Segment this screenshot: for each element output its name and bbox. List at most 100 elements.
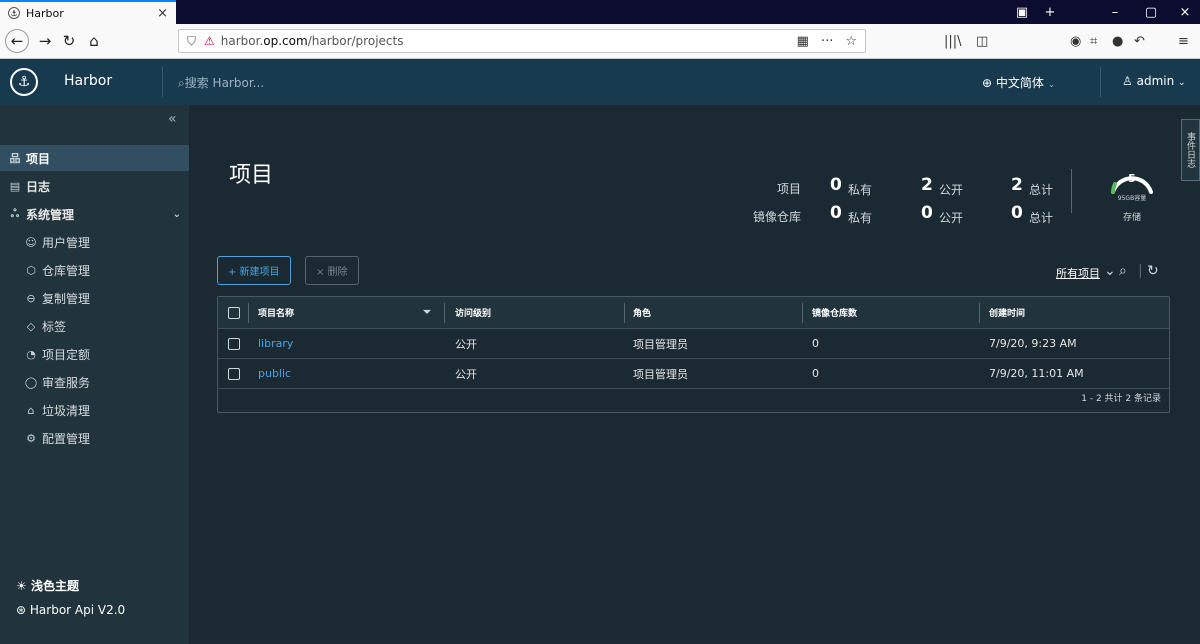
sidebar-item-gc[interactable]: ⌂ 垃圾清理 xyxy=(0,397,189,423)
stat-repos-label: 镜像仓库 xyxy=(753,210,802,224)
browser-tab-bar: ⚓ Harbor × ▣ + – ▢ × xyxy=(0,0,1200,24)
col-header-repo-count[interactable]: 镜像仓库数 xyxy=(812,297,857,328)
sidebar-item-config[interactable]: ⚙ 配置管理 xyxy=(0,425,189,451)
bookmark-star-icon[interactable]: ☆ xyxy=(845,34,857,49)
repo-count: 0 xyxy=(812,367,819,380)
chevron-down-icon: ⌄ xyxy=(172,208,181,220)
delete-button[interactable]: × 删除 xyxy=(305,256,359,285)
event-log-tab[interactable]: 事件日志 xyxy=(1181,119,1200,181)
shield-icon: ◯ xyxy=(24,375,38,389)
browser-tab[interactable]: ⚓ Harbor × xyxy=(0,0,176,24)
project-name-link[interactable]: public xyxy=(258,359,291,388)
refresh-icon[interactable]: ↻ xyxy=(1147,263,1159,279)
stat-private-label: 私有 xyxy=(848,211,873,225)
stat-repos-public: 0 xyxy=(921,203,933,223)
storage-value: 5 xyxy=(1128,172,1136,185)
project-name-link[interactable]: library xyxy=(258,329,293,358)
api-link[interactable]: ⊛ Harbor Api V2.0 xyxy=(16,603,125,617)
globe-icon: ⊕ xyxy=(982,76,993,90)
filter-divider: | xyxy=(1138,263,1143,279)
menu-icon[interactable]: ≡ xyxy=(1178,29,1189,53)
sidebar-item-interrogation[interactable]: ◯ 审查服务 xyxy=(0,369,189,395)
sidebar-item-projects[interactable]: 品 项目 xyxy=(0,145,189,171)
chevron-down-icon[interactable]: ⌄ xyxy=(1104,263,1116,279)
harbor-logo-icon[interactable]: ⚓ xyxy=(10,68,38,96)
sidebar-item-label: 审查服务 xyxy=(42,375,91,390)
restore-icon[interactable]: ▢ xyxy=(1136,0,1166,24)
undo-icon[interactable]: ↶ xyxy=(1134,29,1145,53)
table-row[interactable]: public 公开 项目管理员 0 7/9/20, 11:01 AM xyxy=(218,359,1169,389)
qr-code-icon[interactable]: ▦ xyxy=(797,34,809,49)
select-all-checkbox[interactable] xyxy=(228,307,240,319)
trash-icon: ⌂ xyxy=(27,403,35,417)
sidebar-item-users[interactable]: ☺ 用户管理 xyxy=(0,229,189,255)
more-actions-icon[interactable]: ··· xyxy=(821,34,833,49)
sidebar-item-label: 垃圾清理 xyxy=(42,403,91,418)
logs-icon: ▤ xyxy=(9,179,21,193)
sidebar-item-replications[interactable]: ⊖ 复制管理 xyxy=(0,285,189,311)
page-title: 项目 xyxy=(229,163,274,188)
home-icon[interactable]: ⌂ xyxy=(82,29,106,53)
new-tab-button[interactable]: + xyxy=(1040,0,1060,24)
new-project-button[interactable]: + 新建项目 xyxy=(217,256,291,285)
creation-time: 7/9/20, 11:01 AM xyxy=(989,367,1084,380)
global-search-input[interactable]: ⌕搜索 Harbor... xyxy=(178,74,264,91)
tab-overview-icon[interactable]: ▣ xyxy=(1012,0,1032,24)
minimize-icon[interactable]: – xyxy=(1100,0,1130,24)
role: 项目管理员 xyxy=(633,367,688,381)
gear-icon: ⚙ xyxy=(26,431,36,445)
admin-icon: ஃ xyxy=(10,206,20,220)
sidebar-toggle-icon[interactable]: ◫ xyxy=(976,29,988,53)
back-icon[interactable]: ← xyxy=(5,29,29,53)
filter-icon[interactable]: ⏷ xyxy=(423,297,431,328)
chat-icon[interactable]: ● xyxy=(1112,29,1123,53)
sidebar-item-label: 系统管理 xyxy=(26,207,75,222)
access-level: 公开 xyxy=(455,337,477,351)
sidebar-item-label: 日志 xyxy=(26,179,51,194)
registry-icon: ⬡ xyxy=(26,263,36,277)
collapse-sidebar-icon[interactable]: « xyxy=(168,111,177,127)
user-menu[interactable]: ♙ admin ⌄ xyxy=(1122,74,1186,88)
tab-close-icon[interactable]: × xyxy=(157,6,168,21)
shield-icon[interactable]: ⛉ xyxy=(187,34,196,49)
url-prefix: harbor. xyxy=(220,34,264,48)
user-name: admin xyxy=(1136,74,1175,88)
row-checkbox[interactable] xyxy=(228,368,240,380)
search-icon[interactable]: ⌕ xyxy=(1119,263,1127,279)
sidebar-item-labels[interactable]: ◇ 标签 xyxy=(0,313,189,339)
row-checkbox[interactable] xyxy=(228,338,240,350)
sidebar-item-admin[interactable]: ஃ 系统管理 ⌄ xyxy=(0,201,189,227)
col-header-role[interactable]: 角色 xyxy=(633,297,651,328)
library-icon[interactable]: |||\ xyxy=(944,29,962,53)
quota-icon: ◔ xyxy=(26,347,36,361)
forward-icon[interactable]: → xyxy=(33,29,57,53)
sidebar-item-label: 用户管理 xyxy=(42,235,91,250)
language-label: 中文简体 xyxy=(995,76,1044,90)
stats-divider xyxy=(1071,169,1072,213)
project-filter-select[interactable]: 所有项目 xyxy=(1056,265,1100,281)
reload-icon[interactable]: ↻ xyxy=(57,29,81,53)
col-header-access[interactable]: 访问级别 xyxy=(455,297,491,328)
theme-toggle[interactable]: ☀ 浅色主题 xyxy=(16,577,79,594)
sidebar-item-label: 项目 xyxy=(26,151,51,166)
stat-public-label: 公开 xyxy=(939,211,964,225)
sidebar-item-label: 项目定额 xyxy=(42,347,91,362)
col-header-created[interactable]: 创建时间 xyxy=(989,297,1025,328)
insecure-lock-icon[interactable]: ⚠ xyxy=(204,34,215,48)
extension-icon[interactable]: ◉ xyxy=(1070,29,1081,53)
language-selector[interactable]: ⊕ 中文简体 ⌄ xyxy=(982,74,1055,91)
table-row[interactable]: library 公开 项目管理员 0 7/9/20, 9:23 AM xyxy=(218,329,1169,359)
column-separator xyxy=(248,303,249,323)
storage-gauge xyxy=(1111,176,1153,194)
extension2-icon[interactable]: ⌗ xyxy=(1090,29,1097,53)
window-close-icon[interactable]: × xyxy=(1170,0,1200,24)
url-bar[interactable]: ⛉ ⚠ harbor. op.com/harbor/projects ▦ ··· … xyxy=(178,29,866,53)
col-header-name[interactable]: 项目名称 xyxy=(258,297,294,328)
brand-name[interactable]: Harbor xyxy=(64,73,112,89)
sidebar-item-registries[interactable]: ⬡ 仓库管理 xyxy=(0,257,189,283)
theme-label: 浅色主题 xyxy=(30,579,79,593)
column-separator xyxy=(979,303,980,323)
sidebar-item-logs[interactable]: ▤ 日志 xyxy=(0,173,189,199)
sidebar-item-quotas[interactable]: ◔ 项目定额 xyxy=(0,341,189,367)
sidebar-item-label: 复制管理 xyxy=(42,291,91,306)
